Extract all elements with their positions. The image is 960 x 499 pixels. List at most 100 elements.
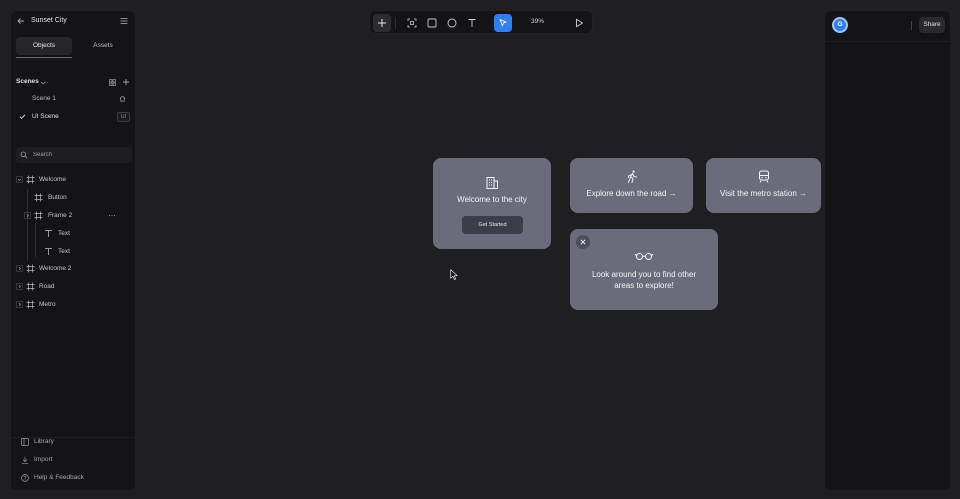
share-button[interactable]: Share [919, 17, 945, 33]
walking-person-icon [627, 170, 637, 183]
active-tab-indicator [16, 57, 72, 58]
road-card[interactable]: Explore down the road → [570, 158, 693, 213]
header-divider [911, 21, 912, 30]
toolbar: 39% [369, 10, 593, 34]
card-title: Welcome to the city [457, 195, 527, 204]
layer-text[interactable]: Text [14, 227, 132, 241]
play-button[interactable] [570, 14, 588, 32]
mouse-cursor-icon [450, 269, 458, 280]
import-label: Import [34, 456, 53, 463]
layer-label: Text [58, 248, 70, 255]
card-title: Look around you to find other areas to e… [591, 270, 697, 290]
glasses-icon [634, 253, 654, 260]
check-icon [19, 114, 26, 119]
ellipse-icon [447, 18, 457, 28]
close-button[interactable] [576, 235, 590, 249]
layer-label: Frame 2 [48, 212, 73, 219]
layer-label: Welcome 2 [39, 265, 72, 272]
chevron-down-icon[interactable] [40, 80, 46, 86]
frame-icon [407, 18, 417, 28]
user-avatar[interactable]: G [832, 17, 848, 33]
add-scene-icon[interactable] [122, 78, 130, 86]
frame-icon [26, 300, 35, 309]
chevron-right-icon[interactable] [16, 283, 23, 290]
scene-item-scene-1[interactable]: Scene 1 [16, 92, 132, 106]
scene-label: Scene 1 [32, 95, 56, 102]
rectangle-tool-button[interactable] [423, 14, 441, 32]
select-tool-button[interactable] [494, 14, 512, 32]
welcome-card[interactable]: Welcome to the city Get Started [433, 158, 551, 249]
zoom-level[interactable]: 39% [531, 18, 544, 25]
play-icon [576, 18, 583, 28]
panel-divider [825, 41, 950, 42]
frame-icon [26, 282, 35, 291]
card-title: Visit the metro station → [720, 189, 807, 198]
project-title[interactable]: Sunset City [31, 17, 67, 24]
text-icon [45, 230, 52, 237]
panel-header: Sunset City [11, 11, 135, 31]
close-icon [580, 239, 586, 245]
layer-label: Button [48, 194, 67, 201]
library-label: Library [34, 438, 54, 445]
import-icon [21, 456, 29, 464]
help-icon [21, 474, 29, 482]
layer-frame-2[interactable]: Frame 2 [14, 209, 132, 223]
ellipse-tool-button[interactable] [443, 14, 461, 32]
scene-item-ui-scene[interactable]: UI Scene UI [16, 110, 132, 124]
metro-card[interactable]: Visit the metro station → [706, 158, 821, 213]
get-started-button[interactable]: Get Started [462, 216, 523, 234]
frame-tool-button[interactable] [403, 14, 421, 32]
explore-card[interactable]: Look around you to find other areas to e… [570, 229, 718, 310]
left-panel: Sunset City Objects Assets Scenes Scene … [10, 10, 136, 491]
chevron-right-icon[interactable] [16, 301, 23, 308]
chevron-down-icon[interactable] [16, 176, 23, 183]
tab-assets[interactable]: Assets [75, 37, 131, 55]
back-arrow-icon[interactable] [16, 16, 26, 26]
add-button[interactable] [373, 14, 391, 32]
frame-icon [26, 175, 35, 184]
frame-icon [34, 211, 43, 220]
text-icon [468, 19, 476, 27]
import-button[interactable]: Import [19, 454, 129, 466]
frame-icon [34, 193, 43, 202]
ui-badge: UI [117, 112, 130, 122]
layer-text[interactable]: Text [14, 245, 132, 259]
library-icon [21, 438, 29, 446]
search-icon [20, 151, 28, 159]
menu-icon[interactable] [119, 16, 129, 26]
layer-button[interactable]: Button [14, 191, 132, 205]
rectangle-icon [427, 18, 437, 28]
text-icon [45, 248, 52, 255]
plus-icon [378, 19, 386, 27]
frame-icon [26, 264, 35, 273]
scenes-label[interactable]: Scenes [16, 78, 39, 85]
layer-welcome-2[interactable]: Welcome 2 [14, 262, 132, 276]
right-panel: G Share [824, 10, 951, 491]
layer-label: Welcome [39, 176, 66, 183]
library-button[interactable]: Library [19, 436, 129, 448]
home-icon[interactable] [119, 95, 126, 102]
toolbar-divider [395, 17, 396, 29]
tab-objects[interactable]: Objects [16, 37, 72, 55]
help-label: Help & Feedback [34, 474, 84, 481]
scene-label: UI Scene [32, 113, 59, 120]
chevron-right-icon[interactable] [16, 265, 23, 272]
more-icon[interactable] [108, 213, 116, 218]
building-icon [486, 177, 498, 189]
scenes-header: Scenes [16, 77, 132, 89]
layer-road[interactable]: Road [14, 280, 132, 294]
search-input[interactable] [33, 149, 123, 161]
text-tool-button[interactable] [463, 14, 481, 32]
layer-welcome[interactable]: Welcome [14, 173, 132, 187]
cursor-icon [499, 19, 507, 27]
search-field[interactable] [16, 147, 132, 163]
layer-label: Road [39, 283, 55, 290]
chevron-right-icon[interactable] [24, 212, 31, 219]
train-icon [758, 170, 769, 183]
card-title: Explore down the road → [586, 189, 677, 198]
panel-tabs: Objects Assets [16, 37, 131, 55]
layer-label: Text [58, 230, 70, 237]
layer-metro[interactable]: Metro [14, 298, 132, 312]
help-feedback-button[interactable]: Help & Feedback [19, 472, 129, 484]
grid-view-icon[interactable] [109, 79, 116, 86]
